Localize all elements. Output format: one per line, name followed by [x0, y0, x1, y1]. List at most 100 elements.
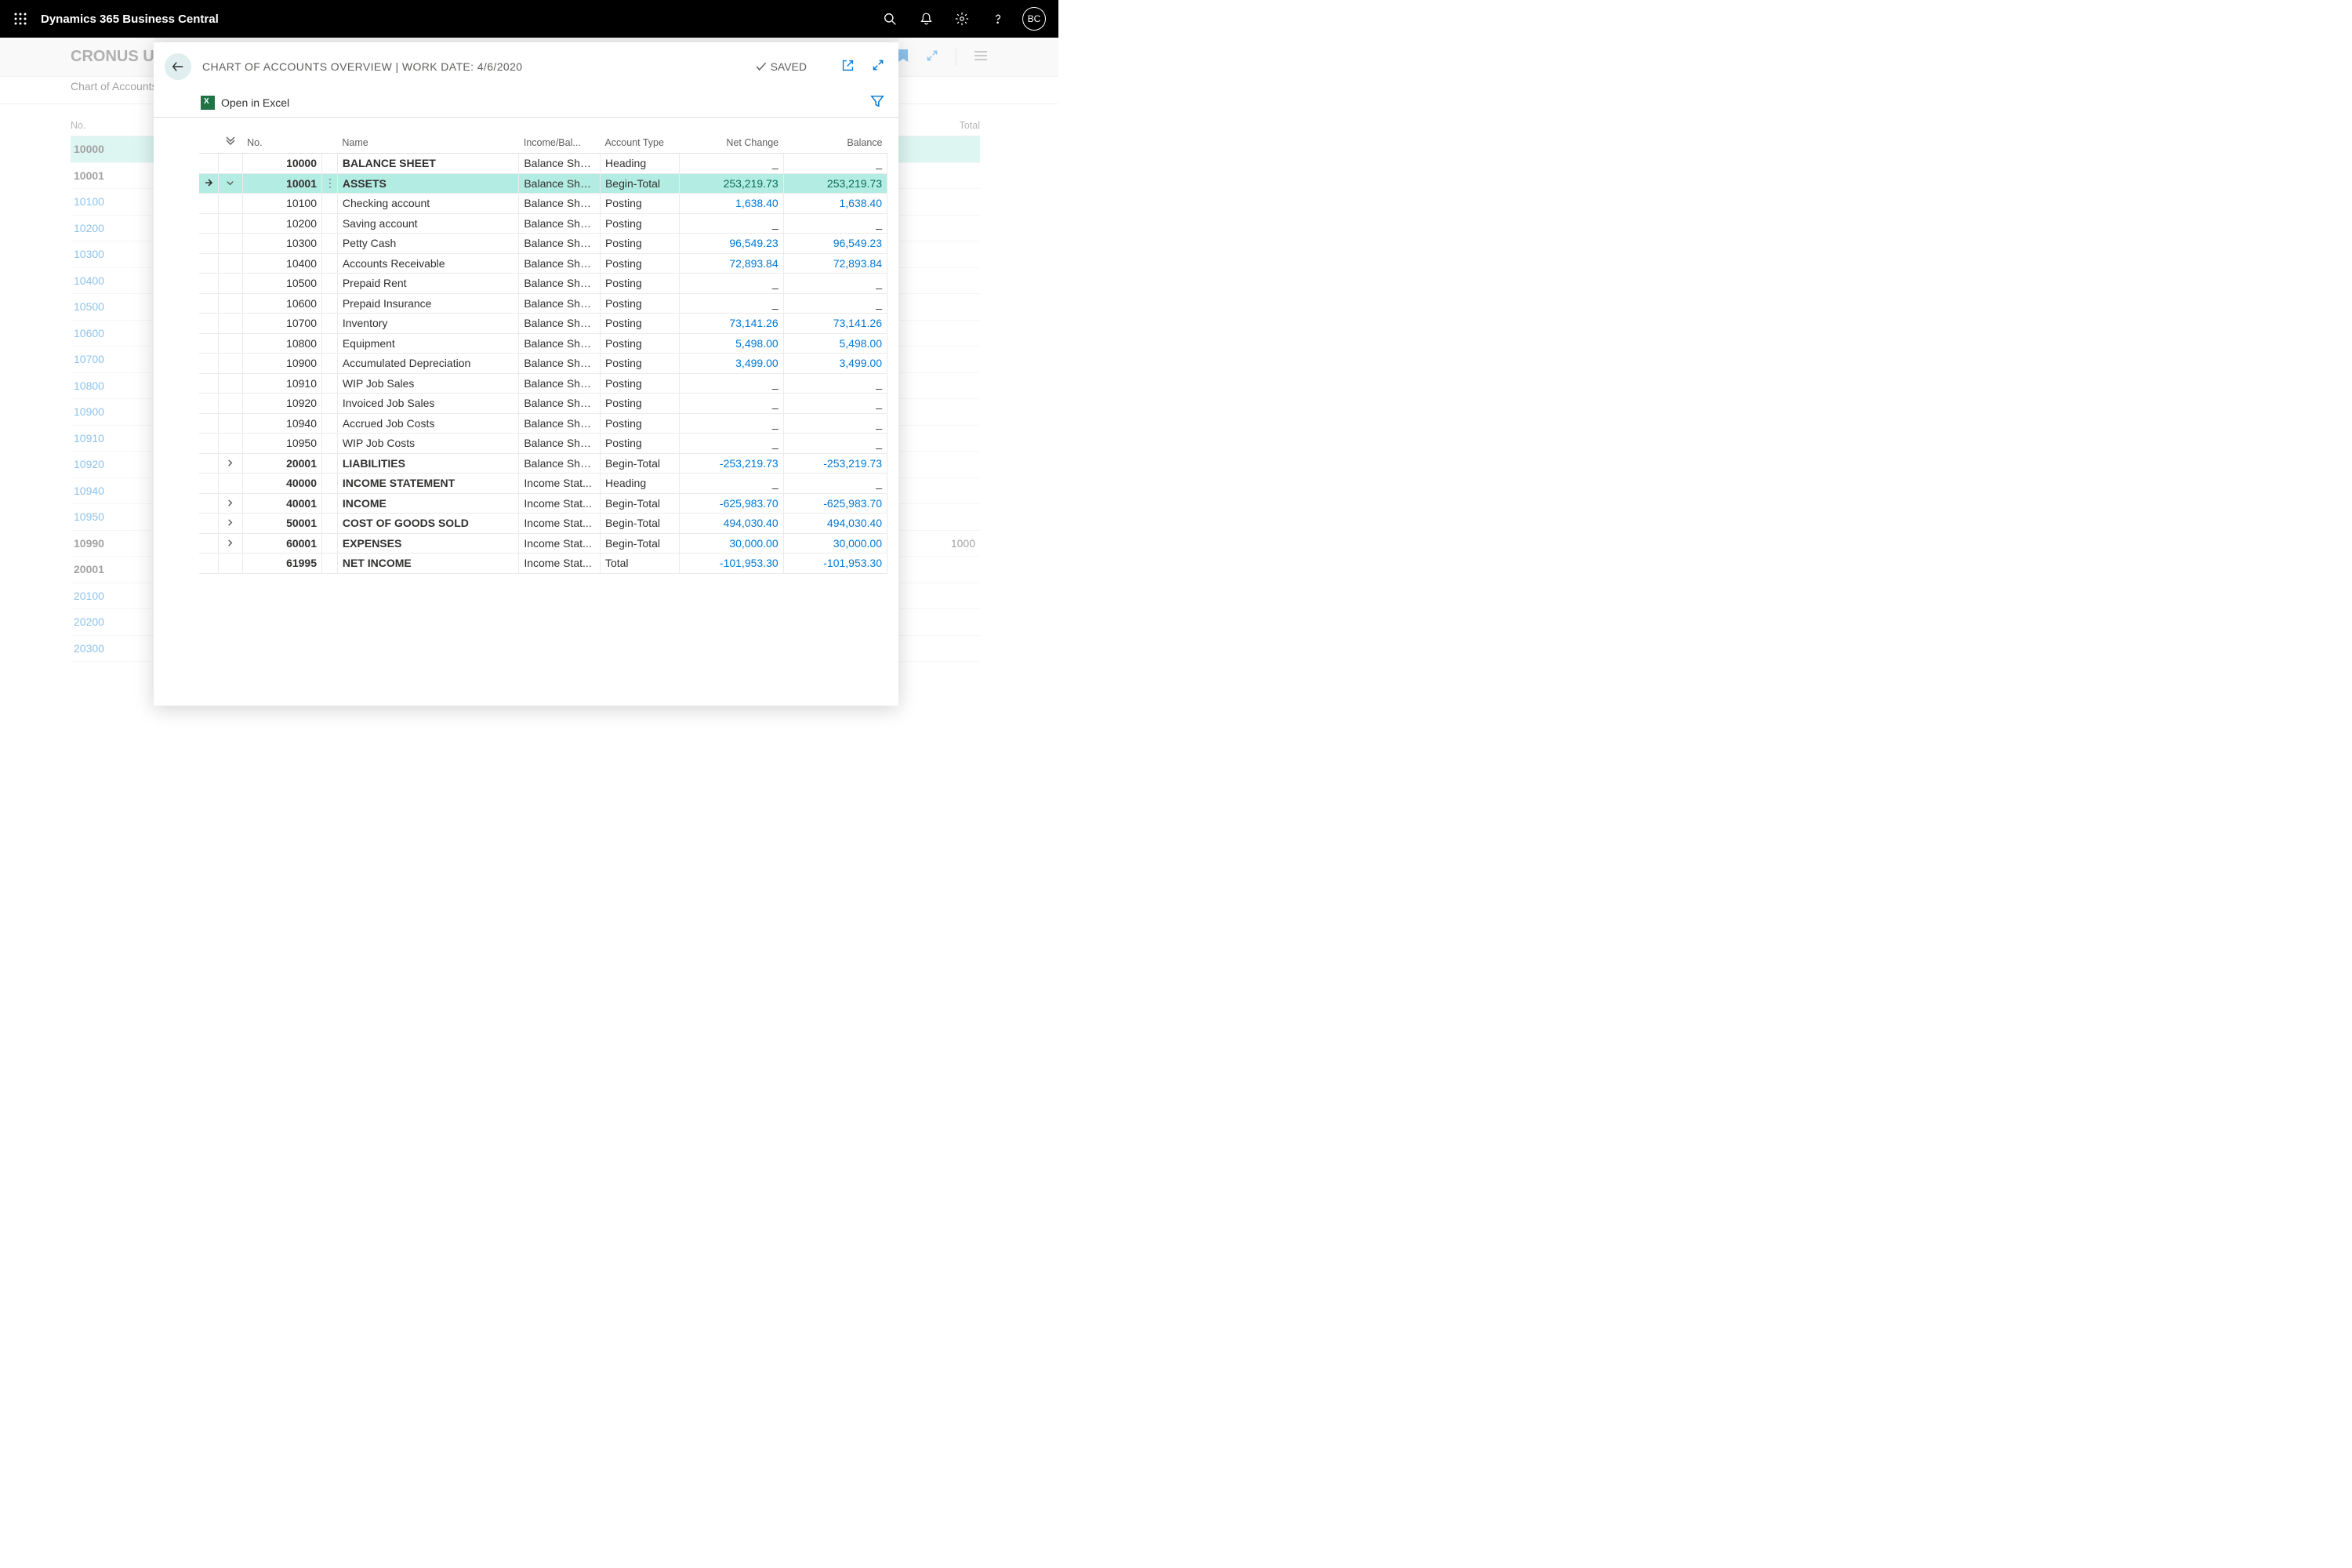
notifications-icon[interactable]: [908, 0, 944, 38]
table-row[interactable]: 10800EquipmentBalance SheetPosting5,498.…: [199, 333, 887, 354]
app-launcher-icon[interactable]: [6, 13, 34, 25]
row-actions[interactable]: ⋮: [322, 173, 338, 194]
cell-balance[interactable]: 72,893.84: [783, 253, 887, 274]
cell-balance[interactable]: -101,953.30: [783, 554, 887, 574]
cell-net-change[interactable]: 96,549.23: [680, 234, 783, 254]
table-row[interactable]: 10500Prepaid RentBalance SheetPosting__: [199, 274, 887, 294]
col-no[interactable]: No.: [242, 132, 321, 154]
cell-balance[interactable]: 96,549.23: [783, 234, 887, 254]
col-account-type[interactable]: Account Type: [600, 132, 679, 154]
cell-balance[interactable]: -253,219.73: [783, 453, 887, 474]
cell-account-type: Begin-Total: [600, 514, 679, 534]
table-row[interactable]: 10920Invoiced Job SalesBalance SheetPost…: [199, 394, 887, 414]
back-button[interactable]: [165, 53, 191, 80]
cell-net-change[interactable]: 494,030.40: [680, 514, 783, 534]
fullscreen-icon[interactable]: [872, 59, 884, 74]
expand-toggle[interactable]: [218, 493, 242, 514]
cell-balance[interactable]: 253,219.73: [783, 173, 887, 194]
cell-income-balance: Balance Sheet: [519, 194, 601, 214]
cell-balance: _: [783, 213, 887, 234]
under-cell-no: 20100: [71, 590, 149, 602]
table-row[interactable]: 10100Checking accountBalance SheetPostin…: [199, 194, 887, 214]
table-row[interactable]: 10200Saving accountBalance SheetPosting_…: [199, 213, 887, 234]
col-income-balance[interactable]: Income/Bal...: [519, 132, 601, 154]
user-avatar[interactable]: BC: [1022, 7, 1046, 31]
cell-no: 10300: [242, 234, 321, 254]
saved-indicator: SAVED: [755, 60, 807, 73]
cell-net-change: _: [680, 413, 783, 434]
open-in-excel-button[interactable]: Open in Excel: [201, 96, 289, 110]
row-actions: [322, 493, 338, 514]
cell-no: 10000: [242, 154, 321, 174]
table-row[interactable]: 10950WIP Job CostsBalance SheetPosting__: [199, 434, 887, 454]
row-actions: [322, 274, 338, 294]
cell-name: Checking account: [337, 194, 519, 214]
expand-toggle: [218, 293, 242, 314]
cell-no: 20001: [242, 453, 321, 474]
table-row[interactable]: 10400Accounts ReceivableBalance SheetPos…: [199, 253, 887, 274]
table-row[interactable]: 10300Petty CashBalance SheetPosting96,54…: [199, 234, 887, 254]
cell-net-change[interactable]: -101,953.30: [680, 554, 783, 574]
expand-toggle[interactable]: [218, 514, 242, 534]
cell-net-change[interactable]: 72,893.84: [680, 253, 783, 274]
cell-net-change[interactable]: 3,499.00: [680, 354, 783, 374]
cell-balance[interactable]: 494,030.40: [783, 514, 887, 534]
filter-icon[interactable]: [870, 94, 884, 111]
global-navbar: Dynamics 365 Business Central BC: [0, 0, 1058, 38]
cell-account-type: Posting: [600, 333, 679, 354]
cell-net-change[interactable]: 253,219.73: [680, 173, 783, 194]
col-name[interactable]: Name: [337, 132, 519, 154]
row-actions: [322, 213, 338, 234]
cell-net-change[interactable]: 5,498.00: [680, 333, 783, 354]
cell-no: 10600: [242, 293, 321, 314]
cell-net-change[interactable]: 30,000.00: [680, 533, 783, 554]
cell-balance[interactable]: 1,638.40: [783, 194, 887, 214]
table-row[interactable]: 10940Accrued Job CostsBalance SheetPosti…: [199, 413, 887, 434]
table-row[interactable]: 20001LIABILITIESBalance SheetBegin-Total…: [199, 453, 887, 474]
expand-toggle[interactable]: [218, 173, 242, 194]
cell-balance[interactable]: -625,983.70: [783, 493, 887, 514]
cell-net-change[interactable]: -253,219.73: [680, 453, 783, 474]
settings-icon[interactable]: [944, 0, 980, 38]
cell-net-change[interactable]: 1,638.40: [680, 194, 783, 214]
cell-name: LIABILITIES: [337, 453, 519, 474]
col-net-change[interactable]: Net Change: [680, 132, 783, 154]
table-row[interactable]: 10000BALANCE SHEETBalance SheetHeading__: [199, 154, 887, 174]
table-row[interactable]: 10900Accumulated DepreciationBalance She…: [199, 354, 887, 374]
col-balance[interactable]: Balance: [783, 132, 887, 154]
cell-account-type: Posting: [600, 354, 679, 374]
more-menu-icon[interactable]: [974, 50, 988, 64]
table-row[interactable]: 61995NET INCOMEIncome Stat...Total-101,9…: [199, 554, 887, 574]
expand-toggle: [218, 253, 242, 274]
help-icon[interactable]: [980, 0, 1016, 38]
cell-net-change[interactable]: -625,983.70: [680, 493, 783, 514]
expand-icon[interactable]: [926, 49, 938, 64]
row-marker: [199, 253, 218, 274]
cell-net-change[interactable]: 73,141.26: [680, 314, 783, 334]
expand-toggle[interactable]: [218, 453, 242, 474]
cell-no: 10900: [242, 354, 321, 374]
table-row[interactable]: 60001EXPENSESIncome Stat...Begin-Total30…: [199, 533, 887, 554]
row-actions: [322, 373, 338, 394]
table-row[interactable]: 10001⋮ASSETSBalance SheetBegin-Total253,…: [199, 173, 887, 194]
expand-toggle[interactable]: [218, 533, 242, 554]
cell-balance[interactable]: 5,498.00: [783, 333, 887, 354]
bookmark-icon[interactable]: [898, 49, 909, 65]
cell-net-change: _: [680, 274, 783, 294]
cell-income-balance: Balance Sheet: [519, 333, 601, 354]
row-actions: [322, 194, 338, 214]
table-row[interactable]: 10600Prepaid InsuranceBalance SheetPosti…: [199, 293, 887, 314]
cell-balance[interactable]: 73,141.26: [783, 314, 887, 334]
table-row[interactable]: 10910WIP Job SalesBalance SheetPosting__: [199, 373, 887, 394]
table-row[interactable]: 40000INCOME STATEMENTIncome Stat...Headi…: [199, 474, 887, 494]
expand-all-icon[interactable]: [218, 132, 242, 154]
table-row[interactable]: 50001COST OF GOODS SOLDIncome Stat...Beg…: [199, 514, 887, 534]
table-row[interactable]: 10700InventoryBalance SheetPosting73,141…: [199, 314, 887, 334]
under-col-no: No.: [71, 120, 149, 131]
cell-balance[interactable]: 30,000.00: [783, 533, 887, 554]
search-icon[interactable]: [872, 0, 908, 38]
popout-icon[interactable]: [841, 59, 855, 74]
cell-balance[interactable]: 3,499.00: [783, 354, 887, 374]
table-row[interactable]: 40001INCOMEIncome Stat...Begin-Total-625…: [199, 493, 887, 514]
cell-account-type: Begin-Total: [600, 453, 679, 474]
